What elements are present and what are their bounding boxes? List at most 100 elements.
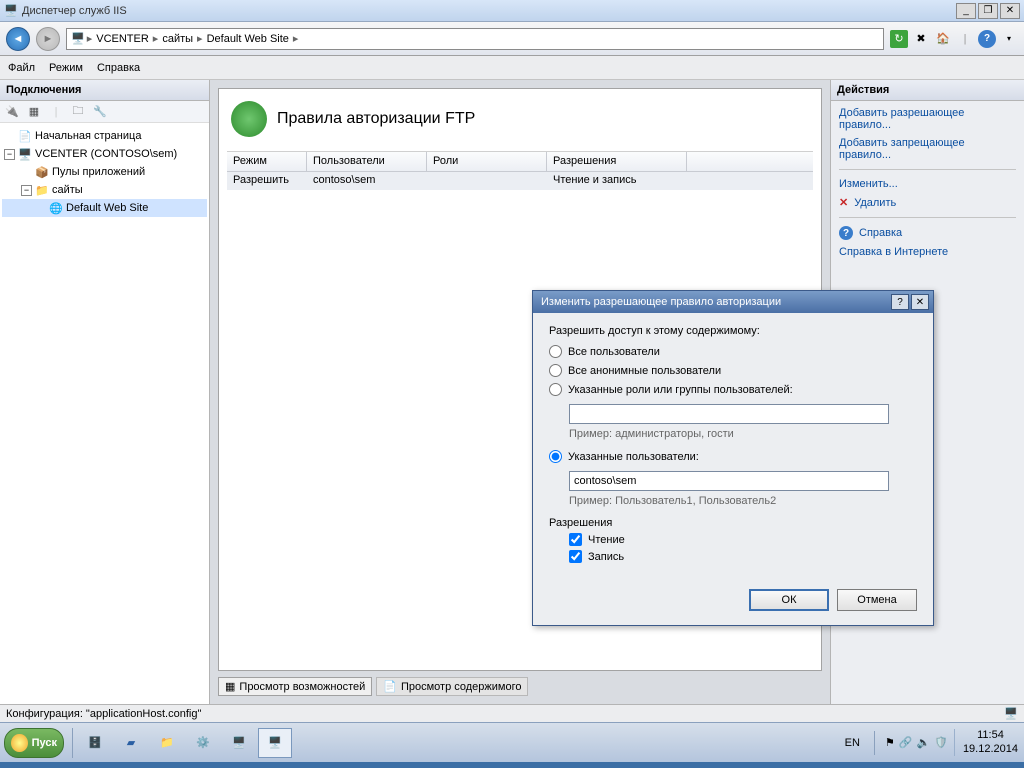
save-icon[interactable]: ▦	[26, 104, 42, 120]
rules-grid: Режим Пользователи Роли Разрешения Разре…	[227, 151, 813, 190]
tree-start-page[interactable]: 📄 Начальная страница	[2, 127, 207, 145]
radio-roles[interactable]: Указанные роли или группы пользователей:	[549, 383, 917, 396]
users-input[interactable]	[569, 471, 889, 491]
stop-icon[interactable]: ✖	[912, 30, 930, 48]
perm-write-checkbox[interactable]	[569, 550, 582, 563]
tray-volume-icon[interactable]: 🔈	[917, 736, 931, 749]
sites-folder-icon: 📁	[35, 183, 49, 197]
action-delete-label: Удалить	[854, 197, 896, 209]
breadcrumb-item[interactable]: сайты	[160, 33, 195, 45]
settings-icon[interactable]: 🔧	[92, 104, 108, 120]
collapse-icon[interactable]: −	[21, 185, 32, 196]
tab-features[interactable]: ▦ Просмотр возможностей	[218, 677, 372, 696]
tree-sites[interactable]: − 📁 сайты	[2, 181, 207, 199]
radio-all-anon-label: Все анонимные пользователи	[568, 365, 721, 377]
action-online-help[interactable]: Справка в Интернете	[839, 246, 1016, 258]
tb-powershell-icon[interactable]: ▰	[114, 728, 148, 758]
tab-content[interactable]: 📄 Просмотр содержимого	[376, 677, 528, 696]
col-users[interactable]: Пользователи	[307, 152, 427, 171]
start-orb-icon	[11, 734, 28, 752]
table-row[interactable]: Разрешить contoso\sem Чтение и запись	[227, 172, 813, 190]
help-icon[interactable]: ?	[978, 30, 996, 48]
connections-tree: 📄 Начальная страница − 🖥️ VCENTER (CONTO…	[0, 123, 209, 221]
tree-server[interactable]: − 🖥️ VCENTER (CONTOSO\sem)	[2, 145, 207, 163]
menu-help[interactable]: Справка	[97, 62, 140, 74]
col-roles[interactable]: Роли	[427, 152, 547, 171]
connections-pane: Подключения 🔌 ▦ | 🗀 🔧 📄 Начальная страни…	[0, 80, 210, 704]
breadcrumb[interactable]: 🖥️ ▸ VCENTER ▸ сайты ▸ Default Web Site …	[66, 28, 884, 50]
home-nav-icon[interactable]: 🏠	[934, 30, 952, 48]
menu-file[interactable]: Файл	[8, 62, 35, 74]
restore-button[interactable]: ❐	[978, 3, 998, 19]
sep: |	[48, 104, 64, 120]
status-text: Конфигурация: "applicationHost.config"	[6, 708, 201, 720]
radio-users-input[interactable]	[549, 450, 562, 463]
close-button[interactable]: ✕	[1000, 3, 1020, 19]
dialog-titlebar[interactable]: Изменить разрешающее правило авторизации…	[533, 291, 933, 313]
help-dropdown-icon[interactable]: ▾	[1000, 30, 1018, 48]
help-icon: ?	[839, 226, 853, 240]
radio-all-users-input[interactable]	[549, 345, 562, 358]
dialog-help-button[interactable]: ?	[891, 294, 909, 310]
radio-all-anon-input[interactable]	[549, 364, 562, 377]
collapse-icon[interactable]: −	[4, 149, 15, 160]
cell-roles	[427, 172, 547, 190]
radio-users-label: Указанные пользователи:	[568, 451, 699, 463]
breadcrumb-sep: ▸	[87, 32, 93, 45]
col-perms[interactable]: Разрешения	[547, 152, 687, 171]
connect-icon[interactable]: 🔌	[4, 104, 20, 120]
tray-divider	[874, 731, 875, 755]
radio-all-anon[interactable]: Все анонимные пользователи	[549, 364, 917, 377]
tray-shield-icon[interactable]: 🛡️	[934, 736, 948, 749]
server-icon: 🖥️	[18, 147, 32, 161]
tb-server-manager-icon[interactable]: 🗄️	[78, 728, 112, 758]
radio-all-users[interactable]: Все пользователи	[549, 345, 917, 358]
breadcrumb-item[interactable]: Default Web Site	[205, 33, 291, 45]
tray-time: 11:54	[963, 729, 1018, 742]
cancel-button[interactable]: Отмена	[837, 589, 917, 611]
navigation-bar: ◄ ► 🖥️ ▸ VCENTER ▸ сайты ▸ Default Web S…	[0, 22, 1024, 56]
perm-write[interactable]: Запись	[569, 550, 917, 563]
action-edit[interactable]: Изменить...	[839, 178, 1016, 190]
site-icon: 🌐	[49, 201, 63, 215]
action-add-deny[interactable]: Добавить запрещающее правило...	[839, 137, 1016, 161]
minimize-button[interactable]: _	[956, 3, 976, 19]
page-heading: Правила авторизации FTP	[227, 97, 813, 151]
tree-app-pools[interactable]: 📦 Пулы приложений	[2, 163, 207, 181]
radio-roles-input[interactable]	[549, 383, 562, 396]
cell-mode: Разрешить	[227, 172, 307, 190]
tree-label: VCENTER (CONTOSO\sem)	[35, 148, 177, 160]
tray-clock[interactable]: 11:54 19.12.2014	[954, 729, 1018, 755]
roles-hint: Пример: администраторы, гости	[569, 428, 917, 440]
tree-label: Начальная страница	[35, 130, 141, 142]
col-mode[interactable]: Режим	[227, 152, 307, 171]
nav-back-button[interactable]: ◄	[6, 27, 30, 51]
center-content: Правила авторизации FTP Режим Пользовате…	[218, 88, 822, 671]
cell-perms: Чтение и запись	[547, 172, 687, 190]
tb-config-icon[interactable]: ⚙️	[186, 728, 220, 758]
roles-input[interactable]	[569, 404, 889, 424]
action-delete[interactable]: ✕ Удалить	[839, 196, 1016, 209]
dialog-close-button[interactable]: ✕	[911, 294, 929, 310]
tb-iis-icon[interactable]: 🖥️	[258, 728, 292, 758]
tb-monitor-icon[interactable]: 🖥️	[222, 728, 256, 758]
refresh-icon[interactable]: ↻	[890, 30, 908, 48]
view-tabs: ▦ Просмотр возможностей 📄 Просмотр содер…	[218, 677, 822, 696]
nav-forward-button[interactable]: ►	[36, 27, 60, 51]
breadcrumb-item[interactable]: VCENTER	[94, 33, 151, 45]
action-add-allow[interactable]: Добавить разрешающее правило...	[839, 107, 1016, 131]
ok-button[interactable]: ОК	[749, 589, 829, 611]
start-button[interactable]: Пуск	[4, 728, 64, 758]
menu-mode[interactable]: Режим	[49, 62, 83, 74]
tb-explorer-icon[interactable]: 📁	[150, 728, 184, 758]
perm-read-checkbox[interactable]	[569, 533, 582, 546]
up-icon[interactable]: 🗀	[70, 104, 86, 120]
tray-network-icon[interactable]: 🔗	[899, 736, 913, 749]
perm-read[interactable]: Чтение	[569, 533, 917, 546]
radio-users[interactable]: Указанные пользователи:	[549, 450, 917, 463]
language-indicator[interactable]: EN	[841, 735, 864, 751]
action-help[interactable]: ? Справка	[839, 226, 1016, 240]
tree-default-site[interactable]: 🌐 Default Web Site	[2, 199, 207, 217]
delete-icon: ✕	[839, 196, 848, 209]
tray-flag-icon[interactable]: ⚑	[885, 736, 895, 749]
